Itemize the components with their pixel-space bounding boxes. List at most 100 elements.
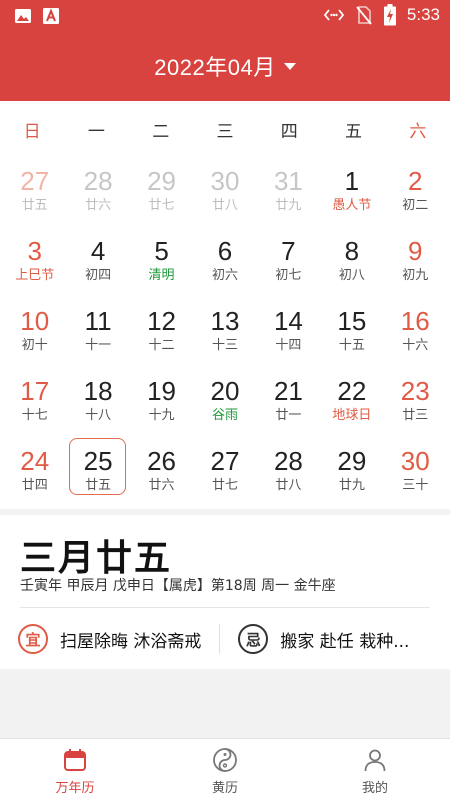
day-number: 25 bbox=[83, 446, 113, 476]
day-number: 12 bbox=[147, 306, 177, 336]
yi-ji-row[interactable]: 宜 扫屋除晦 沐浴斋戒 忌 搬家 赴任 栽种... bbox=[18, 619, 432, 659]
status-bar: 5:33 bbox=[0, 0, 450, 32]
day-number: 18 bbox=[83, 376, 113, 406]
lunar-label: 廿五 bbox=[85, 478, 112, 493]
status-time: 5:33 bbox=[406, 5, 440, 24]
lunar-label: 十三 bbox=[211, 338, 238, 353]
day-number: 29 bbox=[337, 446, 367, 476]
day-number: 23 bbox=[400, 376, 430, 406]
weekday-wed: 三 bbox=[216, 122, 234, 142]
calendar-day[interactable]: 8 初八 bbox=[320, 233, 383, 303]
calendar-day[interactable]: 14 十四 bbox=[257, 303, 320, 373]
day-number: 15 bbox=[337, 306, 367, 336]
day-number: 24 bbox=[20, 446, 50, 476]
day-number: 9 bbox=[408, 236, 423, 266]
calendar-day[interactable]: 20 谷雨 bbox=[193, 373, 256, 443]
lunar-label: 十九 bbox=[148, 408, 175, 423]
day-number: 19 bbox=[147, 376, 177, 406]
calendar-week-row: 17 十七 18 十八 19 十九 20 谷雨 21 廿一 22 地球日 23 廿三 bbox=[3, 373, 447, 443]
caret-down-icon bbox=[283, 62, 296, 70]
day-number: 14 bbox=[273, 306, 303, 336]
calendar-day[interactable]: 27 廿七 bbox=[193, 443, 256, 513]
lunar-label: 清明 bbox=[148, 268, 175, 283]
day-number: 5 bbox=[154, 236, 169, 266]
calendar-day[interactable]: 28 廿六 bbox=[66, 163, 129, 233]
lunar-label: 十四 bbox=[275, 338, 302, 353]
calendar-day[interactable]: 19 十九 bbox=[130, 373, 193, 443]
calendar-panel: 日 一 二 三 四 五 六 27 廿五 28 廿六 29 廿七 30 廿八 31 廿九 1 愚人节 2 初… bbox=[0, 101, 450, 509]
nav-label-almanac: 黄历 bbox=[211, 781, 238, 796]
calendar-day[interactable]: 28 廿八 bbox=[257, 443, 320, 513]
calendar-day[interactable]: 27 廿五 bbox=[3, 163, 66, 233]
calendar-week-row: 10 初十 11 十一 12 十二 13 十三 14 十四 15 十五 16 十六 bbox=[3, 303, 447, 373]
calendar-day[interactable]: 7 初七 bbox=[257, 233, 320, 303]
header: 5:33 2022年04月 bbox=[0, 0, 450, 101]
weekday-header: 日 一 二 三 四 五 六 bbox=[0, 117, 450, 143]
lunar-label: 初六 bbox=[211, 268, 238, 283]
calendar-day[interactable]: 26 廿六 bbox=[130, 443, 193, 513]
nav-tab-profile[interactable]: 我的 bbox=[300, 739, 450, 800]
day-number: 8 bbox=[344, 236, 360, 266]
lunar-label: 十二 bbox=[148, 338, 175, 353]
nav-tab-calendar[interactable]: 万年历 bbox=[0, 739, 150, 800]
calendar-day[interactable]: 23 廿三 bbox=[384, 373, 447, 443]
calendar-day[interactable]: 16 十六 bbox=[384, 303, 447, 373]
ji-activities: 搬家 赴任 栽种... bbox=[280, 631, 410, 652]
calendar-day[interactable]: 3 上巳节 bbox=[3, 233, 66, 303]
calendar-day[interactable]: 30 廿八 bbox=[193, 163, 256, 233]
lunar-label: 廿七 bbox=[211, 478, 238, 493]
day-number: 28 bbox=[83, 166, 113, 196]
yi-badge-icon: 宜 bbox=[18, 624, 48, 654]
weekday-sun: 日 bbox=[23, 122, 41, 142]
gallery-icon bbox=[15, 9, 31, 23]
lunar-label: 初九 bbox=[402, 268, 429, 283]
lunar-label: 十八 bbox=[85, 408, 112, 423]
lunar-label: 三十 bbox=[402, 478, 429, 493]
calendar-day[interactable]: 11 十一 bbox=[66, 303, 129, 373]
lunar-label: 谷雨 bbox=[211, 408, 238, 423]
calendar-day[interactable]: 12 十二 bbox=[130, 303, 193, 373]
lunar-label: 十六 bbox=[402, 338, 429, 353]
day-number: 27 bbox=[210, 446, 240, 476]
data-transfer-icon bbox=[323, 9, 345, 21]
calendar-day-selected[interactable]: 25 廿五 bbox=[66, 438, 129, 513]
day-number: 17 bbox=[20, 376, 50, 406]
calendar-day[interactable]: 6 初六 bbox=[193, 233, 256, 303]
lunar-label: 初二 bbox=[402, 198, 429, 213]
calendar-day[interactable]: 13 十三 bbox=[193, 303, 256, 373]
day-number: 27 bbox=[20, 166, 50, 196]
day-number: 22 bbox=[337, 376, 367, 406]
calendar-day[interactable]: 2 初二 bbox=[384, 163, 447, 233]
calendar-day[interactable]: 22 地球日 bbox=[320, 373, 383, 443]
weekday-thu: 四 bbox=[280, 122, 298, 142]
lunar-label: 初七 bbox=[275, 268, 302, 283]
day-info-panel[interactable]: 三月廿五 壬寅年 甲辰月 戊申日【属虎】第18周 周一 金牛座 宜 扫屋除晦 沐… bbox=[0, 515, 450, 669]
lunar-label: 初十 bbox=[21, 338, 48, 353]
nav-label-profile: 我的 bbox=[361, 781, 388, 796]
day-number: 16 bbox=[400, 306, 430, 336]
calendar-day[interactable]: 18 十八 bbox=[66, 373, 129, 443]
day-number: 28 bbox=[273, 446, 303, 476]
calendar-day[interactable]: 31 廿九 bbox=[257, 163, 320, 233]
lunar-label: 廿九 bbox=[275, 198, 302, 213]
calendar-day[interactable]: 9 初九 bbox=[384, 233, 447, 303]
calendar-day[interactable]: 10 初十 bbox=[3, 303, 66, 373]
day-number: 30 bbox=[210, 166, 240, 196]
lunar-label: 十一 bbox=[85, 338, 112, 353]
calendar-day[interactable]: 29 廿七 bbox=[130, 163, 193, 233]
nav-tab-almanac[interactable]: 黄历 bbox=[150, 739, 300, 800]
calendar-day[interactable]: 17 十七 bbox=[3, 373, 66, 443]
calendar-day[interactable]: 1 愚人节 bbox=[320, 163, 383, 233]
calendar-day[interactable]: 21 廿一 bbox=[257, 373, 320, 443]
month-selector[interactable]: 2022年04月 bbox=[0, 50, 450, 82]
calendar-icon bbox=[64, 749, 86, 771]
calendar-day[interactable]: 24 廿四 bbox=[3, 443, 66, 513]
calendar-day[interactable]: 15 十五 bbox=[320, 303, 383, 373]
day-number: 10 bbox=[20, 306, 50, 336]
calendar-day[interactable]: 5 清明 bbox=[130, 233, 193, 303]
calendar-day[interactable]: 29 廿九 bbox=[320, 443, 383, 513]
lunar-date-title: 三月廿五 bbox=[20, 537, 173, 579]
lunar-label: 上巳节 bbox=[15, 268, 55, 283]
calendar-day[interactable]: 30 三十 bbox=[384, 443, 447, 513]
calendar-day[interactable]: 4 初四 bbox=[66, 233, 129, 303]
